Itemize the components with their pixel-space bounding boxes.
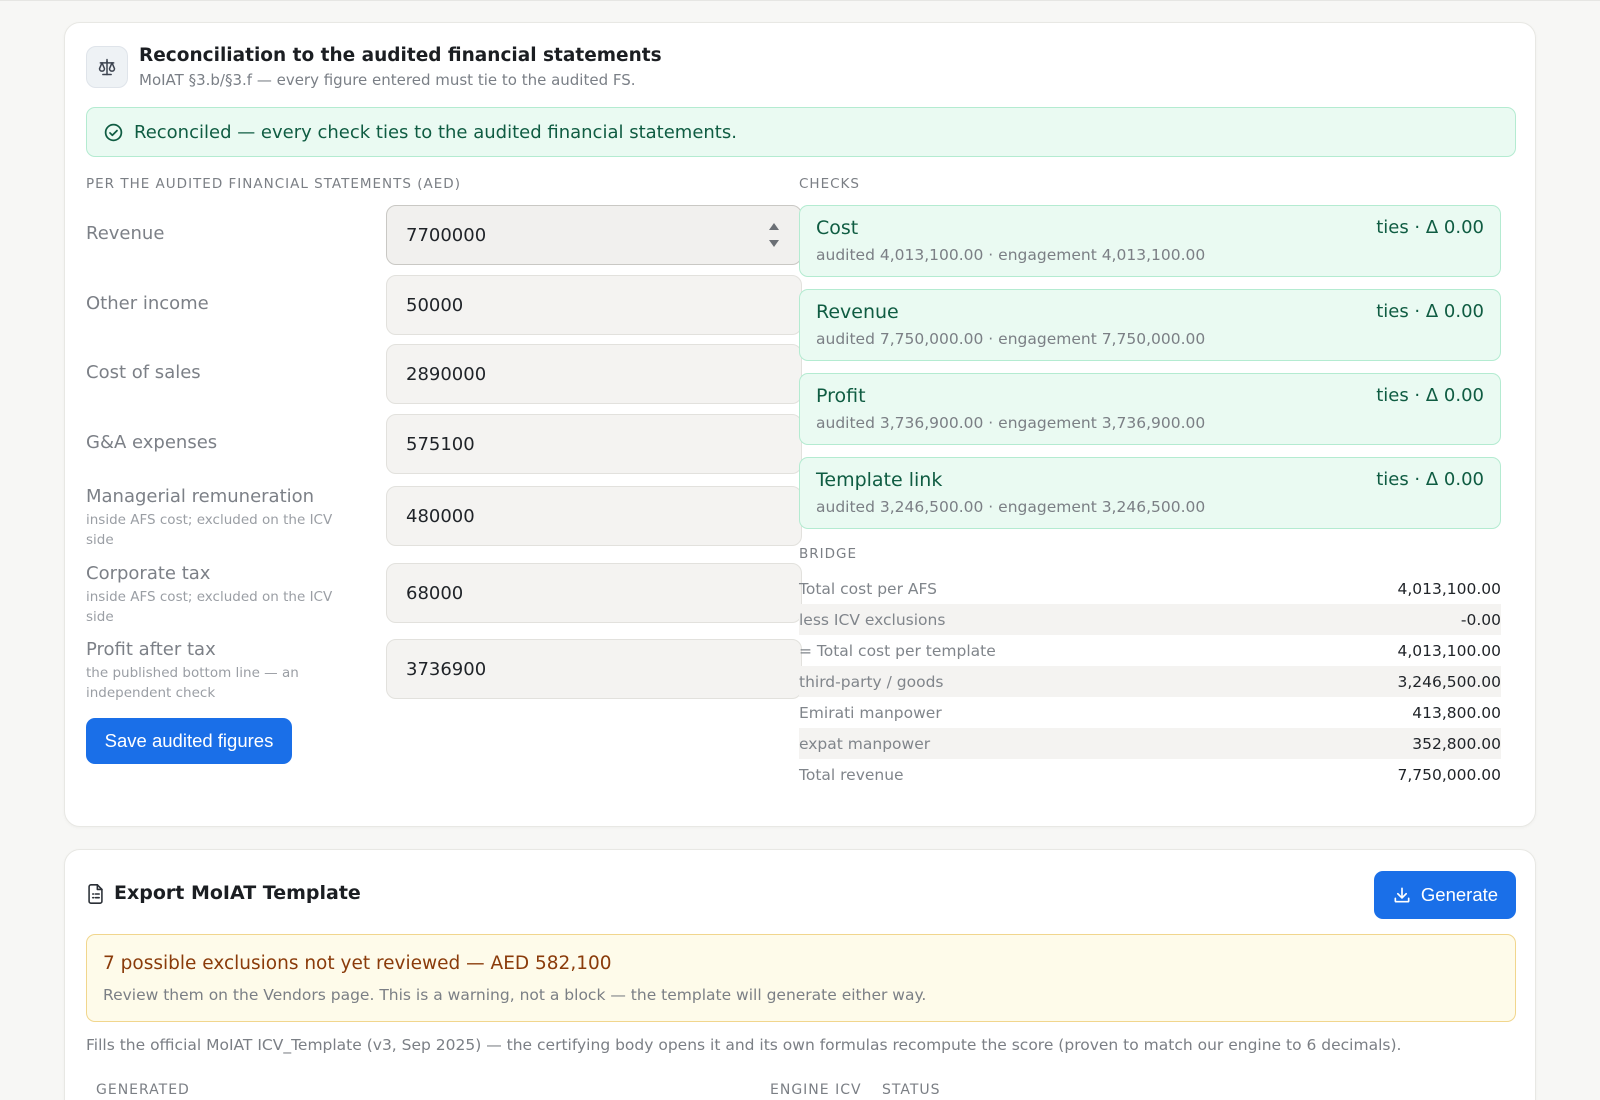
form-heading: PER THE AUDITED FINANCIAL STATEMENTS (AE… [86, 176, 461, 192]
input-value: 7700000 [406, 224, 487, 246]
field-label: Other income [86, 293, 209, 314]
generate-label: Generate [1420, 884, 1499, 905]
download-icon [1392, 885, 1412, 905]
column-header-status: STATUS [882, 1082, 941, 1098]
bridge-value: 413,800.00 [1412, 703, 1501, 722]
bridge-row: Total revenue 7,750,000.00 [799, 759, 1501, 790]
reconciliation-subtitle: MoIAT §3.b/§3.f — every figure entered m… [139, 71, 636, 89]
column-header-generated: GENERATED [96, 1082, 190, 1098]
input-value: 480000 [406, 505, 475, 527]
save-audited-figures-button[interactable]: Save audited figures [86, 718, 292, 764]
field-label: G&A expenses [86, 432, 218, 453]
bridge-label: Total revenue [799, 765, 904, 784]
check-circle-icon [103, 122, 124, 143]
bridge-label: third-party / goods [799, 672, 944, 691]
number-stepper[interactable] [768, 223, 780, 247]
input-value: 575100 [406, 433, 475, 455]
check-status: ties · Δ 0.00 [1376, 385, 1484, 406]
managerial-remuneration-input[interactable]: 480000 [386, 486, 802, 546]
check-name: Revenue [816, 301, 899, 323]
column-header-engine-icv: ENGINE ICV [770, 1082, 862, 1098]
bridge-label: Total cost per AFS [799, 579, 937, 598]
bridge-row: Emirati manpower 413,800.00 [799, 697, 1501, 728]
bridge-value: 4,013,100.00 [1397, 579, 1501, 598]
check-detail: audited 3,246,500.00 · engagement 3,246,… [816, 498, 1206, 516]
bridge-value: 3,246,500.00 [1397, 672, 1501, 691]
field-label: Revenue [86, 223, 165, 244]
bridge-row: less ICV exclusions -0.00 [799, 604, 1501, 635]
revenue-input[interactable]: 7700000 [386, 205, 802, 265]
field-hint: inside AFS cost; excluded on the ICV sid… [86, 589, 333, 625]
bridge-row: = Total cost per template 4,013,100.00 [799, 635, 1501, 666]
scales-icon [86, 46, 128, 88]
bridge-label: Emirati manpower [799, 703, 942, 722]
corporate-tax-input[interactable]: 68000 [386, 563, 802, 623]
reconciled-banner-text: Reconciled — every check ties to the aud… [134, 121, 737, 143]
input-value: 50000 [406, 294, 464, 316]
check-name: Cost [816, 217, 859, 239]
cost-of-sales-input[interactable]: 2890000 [386, 344, 802, 404]
check-template-link: Template link ties · Δ 0.00 audited 3,24… [799, 457, 1501, 529]
bridge-label: less ICV exclusions [799, 610, 946, 629]
reconciliation-card: Reconciliation to the audited financial … [64, 22, 1536, 827]
reconciliation-title: Reconciliation to the audited financial … [139, 45, 662, 66]
check-status: ties · Δ 0.00 [1376, 301, 1484, 322]
bridge-label: = Total cost per template [799, 641, 996, 660]
exclusions-warning: 7 possible exclusions not yet reviewed —… [86, 934, 1516, 1022]
bridge-row: expat manpower 352,800.00 [799, 728, 1501, 759]
profit-after-tax-input[interactable]: 3736900 [386, 639, 802, 699]
stepper-down-icon[interactable] [769, 240, 779, 247]
bridge-value: 7,750,000.00 [1397, 765, 1501, 784]
reconciled-banner: Reconciled — every check ties to the aud… [86, 107, 1516, 157]
bridge-row: third-party / goods 3,246,500.00 [799, 666, 1501, 697]
field-hint: inside AFS cost; excluded on the ICV sid… [86, 512, 333, 548]
check-revenue: Revenue ties · Δ 0.00 audited 7,750,000.… [799, 289, 1501, 361]
field-label: Corporate tax [86, 563, 211, 584]
check-name: Template link [816, 469, 943, 491]
check-status: ties · Δ 0.00 [1376, 469, 1484, 490]
generate-button[interactable]: Generate [1374, 871, 1516, 919]
check-detail: audited 4,013,100.00 · engagement 4,013,… [816, 246, 1206, 264]
bridge-value: -0.00 [1460, 610, 1501, 629]
export-title: Export MoIAT Template [114, 882, 361, 904]
other-income-input[interactable]: 50000 [386, 275, 802, 335]
field-label: Cost of sales [86, 362, 201, 383]
checks-heading: CHECKS [799, 176, 860, 192]
check-profit: Profit ties · Δ 0.00 audited 3,736,900.0… [799, 373, 1501, 445]
document-icon [86, 883, 105, 905]
warning-body: Review them on the Vendors page. This is… [103, 986, 927, 1004]
check-detail: audited 7,750,000.00 · engagement 7,750,… [816, 330, 1206, 348]
bridge-heading: BRIDGE [799, 546, 858, 562]
ga-expenses-input[interactable]: 575100 [386, 414, 802, 474]
check-status: ties · Δ 0.00 [1376, 217, 1484, 238]
input-value: 68000 [406, 582, 464, 604]
check-name: Profit [816, 385, 866, 407]
bridge-value: 352,800.00 [1412, 734, 1501, 753]
bridge-value: 4,013,100.00 [1397, 641, 1501, 660]
input-value: 2890000 [406, 363, 487, 385]
warning-title: 7 possible exclusions not yet reviewed —… [103, 953, 612, 974]
stepper-up-icon[interactable] [769, 223, 779, 230]
bridge-row: Total cost per AFS 4,013,100.00 [799, 573, 1501, 604]
top-divider [0, 0, 1600, 1]
field-label: Profit after tax [86, 639, 216, 660]
input-value: 3736900 [406, 658, 487, 680]
export-card: Export MoIAT Template Generate 7 possibl… [64, 849, 1536, 1100]
field-label: Managerial remuneration [86, 486, 315, 507]
check-detail: audited 3,736,900.00 · engagement 3,736,… [816, 414, 1206, 432]
export-note: Fills the official MoIAT ICV_Template (v… [86, 1036, 1402, 1054]
field-hint: the published bottom line — an independe… [86, 665, 299, 701]
check-cost: Cost ties · Δ 0.00 audited 4,013,100.00 … [799, 205, 1501, 277]
bridge-label: expat manpower [799, 734, 931, 753]
